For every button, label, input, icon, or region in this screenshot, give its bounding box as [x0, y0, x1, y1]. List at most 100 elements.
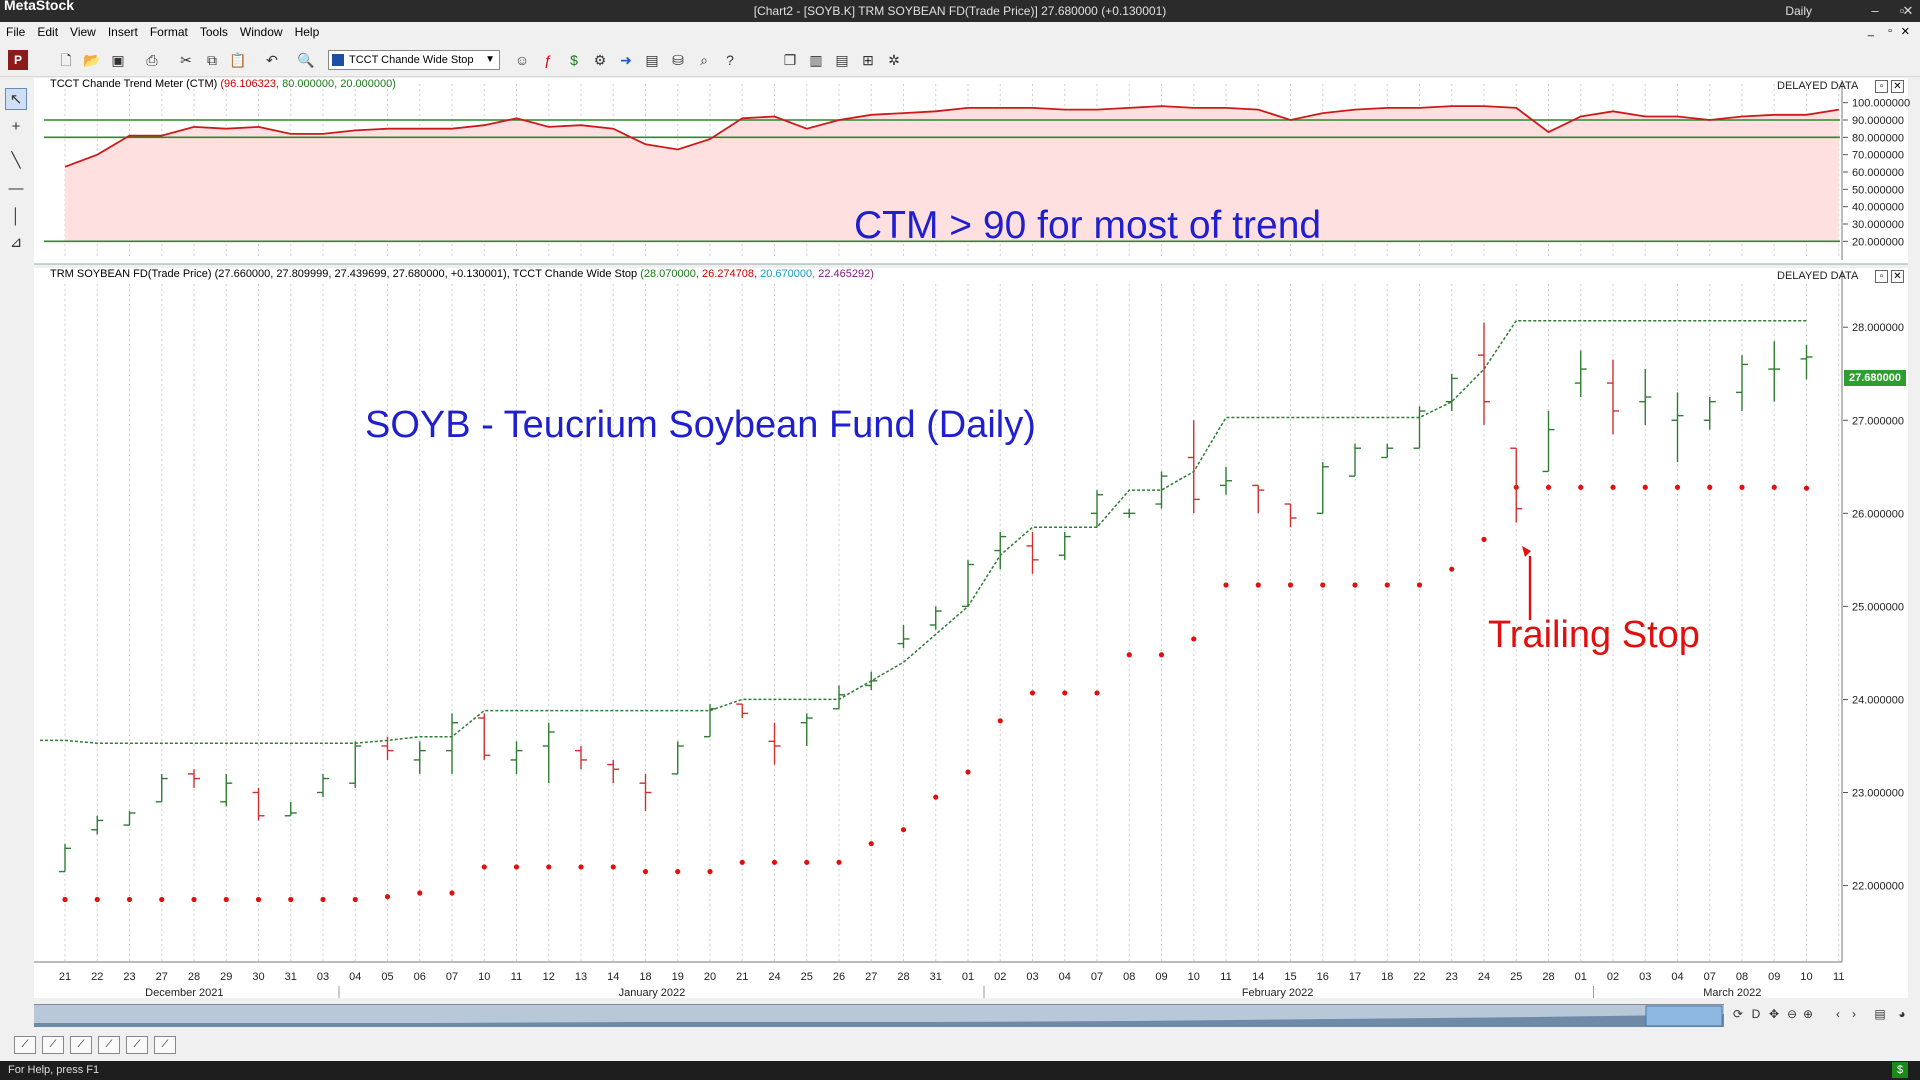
x-day-label: 05: [381, 971, 393, 983]
stop-dot: [1223, 582, 1229, 588]
stop-dot: [1545, 484, 1552, 490]
x-day-label: 08: [1736, 971, 1748, 983]
x-day-label: 17: [1349, 971, 1361, 983]
x-day-label: 22: [91, 971, 103, 983]
scroll-right-icon[interactable]: ›: [1846, 1005, 1862, 1023]
price-title: TRM SOYBEAN FD(Trade Price): [50, 268, 212, 280]
x-day-label: 14: [1252, 971, 1264, 983]
chart-tab-6[interactable]: ⟋: [154, 1036, 176, 1054]
ctm-close-icon[interactable]: ✕: [1891, 80, 1904, 93]
x-month-label: January 2022: [619, 987, 686, 999]
x-day-label: 07: [1091, 971, 1103, 983]
x-day-label: 01: [1575, 971, 1587, 983]
chart-scrollbar[interactable]: [34, 1004, 1724, 1027]
x-day-label: 21: [59, 971, 71, 983]
x-day-label: 24: [1478, 971, 1490, 983]
chart-tab-2[interactable]: ⟋: [42, 1036, 64, 1054]
ctm-title: TCCT Chande Trend Meter (CTM): [50, 78, 218, 90]
scroll-left-icon[interactable]: ‹: [1830, 1005, 1846, 1023]
x-day-label: 12: [543, 971, 555, 983]
x-day-label: 10: [1800, 971, 1812, 983]
x-month-label: March 2022: [1703, 987, 1761, 999]
x-day-label: 28: [1542, 971, 1554, 983]
stop-value-4: 22.465292): [818, 268, 874, 280]
x-day-label: 09: [1768, 971, 1780, 983]
stop-title: TCCT Chande Wide Stop: [512, 268, 638, 280]
x-day-label: 27: [156, 971, 168, 983]
ctm-panel-header: TCCT Chande Trend Meter (CTM) (96.106323…: [50, 78, 396, 90]
price-y-label: 28.000000: [1852, 322, 1904, 334]
zoom-in-icon[interactable]: ⊕: [1800, 1005, 1816, 1023]
stop-dot: [997, 718, 1003, 724]
ctm-y-label: 90.000000: [1852, 115, 1904, 127]
x-day-label: 11: [1833, 971, 1844, 983]
stop-value-1: (28.070000,: [640, 268, 699, 280]
stop-dot: [352, 896, 358, 903]
chart-tab-5[interactable]: ⟋: [126, 1036, 148, 1054]
stop-dot: [1158, 652, 1165, 658]
x-day-label: 30: [252, 971, 264, 983]
chart-tab-1[interactable]: ⟋: [14, 1036, 36, 1054]
stop-dot: [481, 864, 487, 870]
price-delayed-label: DELAYED DATA: [1777, 270, 1859, 282]
ctm-y-label: 30.000000: [1852, 219, 1904, 231]
price-close-icon[interactable]: ✕: [1891, 270, 1904, 283]
stop-dot: [1449, 566, 1455, 572]
trailing-stop-annotation: Trailing Stop: [1488, 614, 1700, 656]
ctm-y-label: 100.000000: [1852, 98, 1910, 110]
chart-tab-4[interactable]: ⟋: [98, 1036, 120, 1054]
price-y-label: 26.000000: [1852, 508, 1904, 520]
zoom-out-icon[interactable]: ⊖: [1784, 1005, 1800, 1023]
stop-dot: [1352, 582, 1358, 588]
last-price-marker: 27.680000: [1844, 370, 1906, 386]
stop-value-3: 20.670000,: [760, 268, 816, 280]
stop-dot: [1320, 582, 1326, 588]
chart-tab-3[interactable]: ⟋: [70, 1036, 92, 1054]
pan-icon[interactable]: ✥: [1766, 1005, 1782, 1023]
ctm-y-label: 40.000000: [1852, 202, 1904, 214]
stop-dot: [1126, 652, 1132, 658]
stop-dot: [578, 864, 584, 870]
x-day-label: 03: [317, 971, 329, 983]
stop-dot: [965, 769, 971, 775]
stop-dot: [159, 896, 165, 903]
ctm-y-label: 70.000000: [1852, 150, 1904, 162]
x-day-label: 18: [639, 971, 651, 983]
stop-dot: [707, 868, 713, 875]
data-window-icon[interactable]: ▤: [1872, 1005, 1888, 1023]
stop-dot: [62, 896, 68, 903]
status-text: For Help, press F1: [8, 1064, 100, 1076]
ctm-maximize-icon[interactable]: ▫: [1875, 80, 1888, 93]
stop-dot: [1416, 582, 1423, 588]
scroll-thumb[interactable]: [1645, 1005, 1723, 1027]
x-day-label: 04: [349, 971, 361, 983]
x-day-label: 26: [833, 971, 845, 983]
x-day-label: 15: [1284, 971, 1296, 983]
period-d-button[interactable]: D: [1748, 1005, 1764, 1023]
palette-icon[interactable]: ◕: [1894, 1005, 1910, 1023]
x-day-label: 29: [220, 971, 232, 983]
chart-area[interactable]: 100.000000 90.000000 80.000000 70.000000 60.…: [0, 0, 1920, 1000]
x-day-label: 14: [607, 971, 619, 983]
x-day-label: 10: [478, 971, 490, 983]
stop-dot: [94, 896, 100, 903]
x-day-label: 04: [1671, 971, 1683, 983]
x-day-label: 24: [768, 971, 780, 983]
stop-dot: [513, 864, 520, 870]
x-day-label: 06: [414, 971, 426, 983]
x-month-label: December 2021: [145, 987, 223, 999]
x-day-label: 28: [188, 971, 200, 983]
stop-dot: [1094, 690, 1100, 696]
ctm-y-label: 50.000000: [1852, 184, 1904, 196]
stop-dot: [868, 841, 874, 847]
ctm-y-label: 80.000000: [1852, 132, 1904, 144]
x-month-label: February 2022: [1242, 987, 1314, 999]
x-day-label: 18: [1381, 971, 1393, 983]
price-maximize-icon[interactable]: ▫: [1875, 270, 1888, 283]
ctm-annotation: CTM > 90 for most of trend: [854, 204, 1322, 247]
stop-dot: [191, 896, 197, 903]
x-day-label: 04: [1059, 971, 1071, 983]
refresh-icon[interactable]: ⟳: [1730, 1005, 1746, 1023]
x-day-label: 25: [801, 971, 813, 983]
stop-dot: [1771, 484, 1777, 490]
